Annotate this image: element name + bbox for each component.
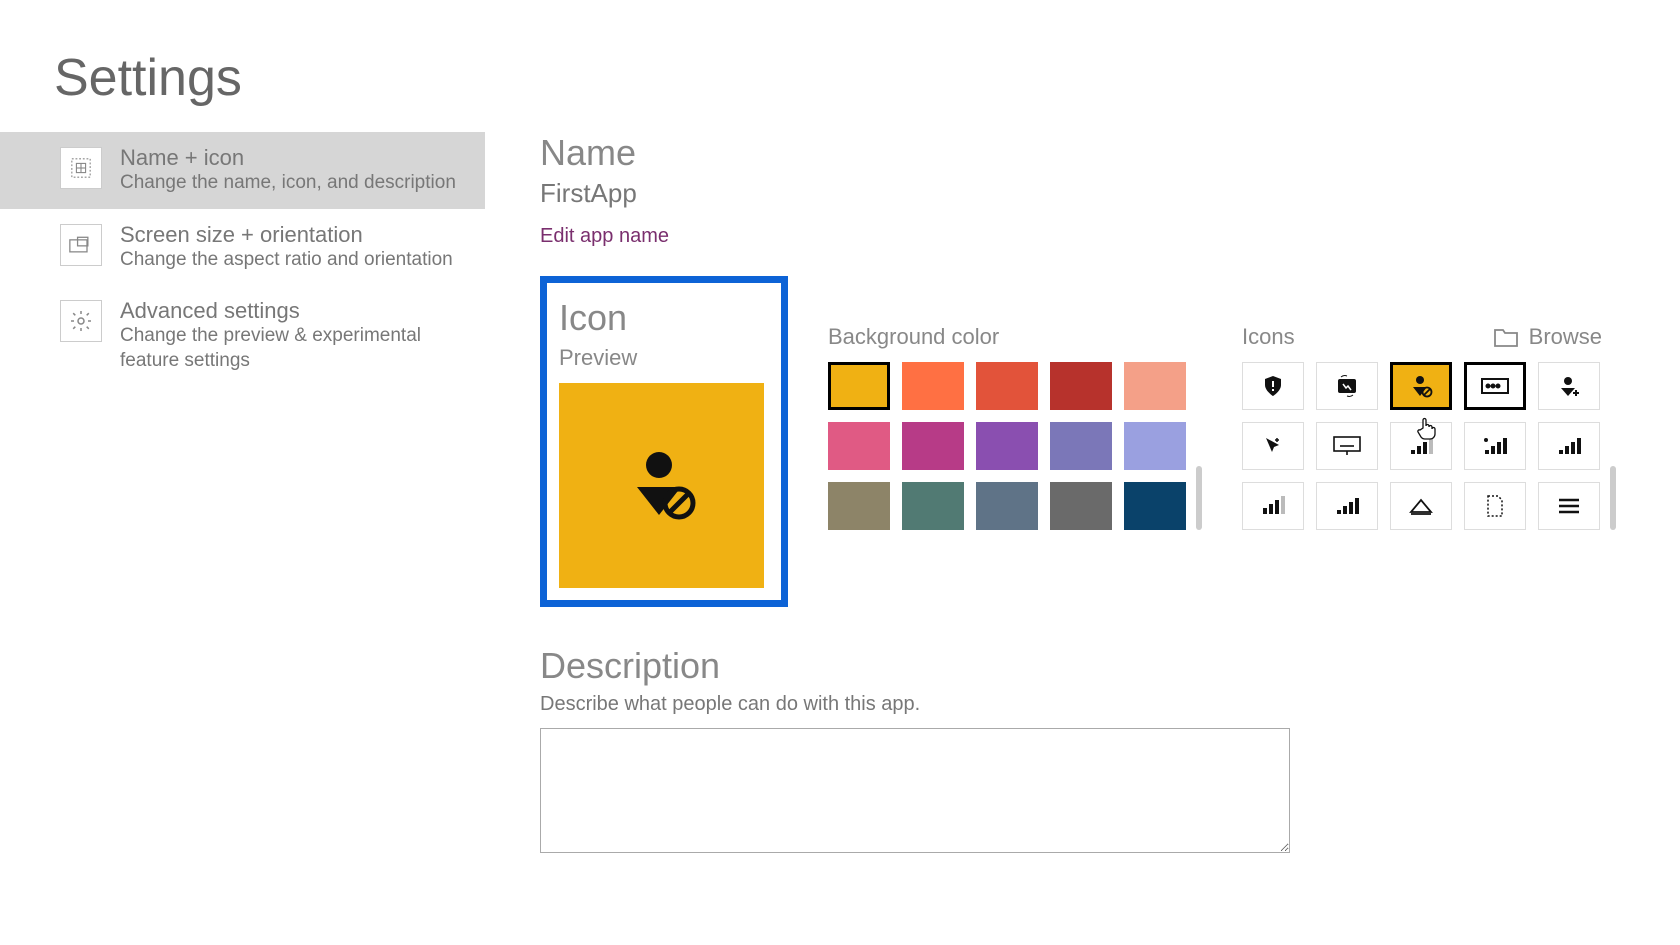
icon-option-input-slot[interactable]: [1464, 362, 1526, 410]
bars-up-icon: [1261, 496, 1285, 516]
icon-option-shield-alert[interactable]: [1242, 362, 1304, 410]
color-swatch[interactable]: [828, 362, 890, 410]
sidebar-item-advanced[interactable]: Advanced settings Change the preview & e…: [0, 285, 485, 386]
sidebar-item-text: Screen size + orientation Change the asp…: [120, 222, 453, 273]
preview-label: Preview: [559, 345, 769, 371]
icon-grid: [1242, 362, 1600, 530]
app-name-value: FirstApp: [540, 178, 1680, 209]
dashed-doc-icon: [1485, 494, 1505, 518]
sidebar-item-text: Advanced settings Change the preview & e…: [120, 298, 473, 373]
color-swatch[interactable]: [828, 482, 890, 530]
icon-option-bars-up[interactable]: [1242, 482, 1304, 530]
layout-root: Name + icon Change the name, icon, and d…: [0, 132, 1680, 858]
color-swatch[interactable]: [902, 362, 964, 410]
description-section: Description Describe what people can do …: [540, 645, 1680, 858]
page-title: Settings: [0, 0, 1680, 132]
browse-button[interactable]: Browse: [1493, 324, 1602, 350]
send-plane-icon: [1409, 496, 1433, 516]
settings-sidebar: Name + icon Change the name, icon, and d…: [0, 132, 485, 858]
sidebar-item-subtitle: Change the name, icon, and description: [120, 171, 456, 196]
grid-icon: [60, 147, 102, 189]
color-swatch[interactable]: [976, 362, 1038, 410]
color-swatch[interactable]: [1050, 362, 1112, 410]
name-heading: Name: [540, 132, 1680, 174]
sidebar-item-title: Advanced settings: [120, 298, 473, 324]
bars-signal-3-icon: [1335, 496, 1359, 516]
shield-alert-icon: [1261, 374, 1285, 398]
icon-heading: Icon: [559, 297, 769, 339]
description-subtitle: Describe what people can do with this ap…: [540, 693, 1680, 716]
icon-option-bars-3[interactable]: [1316, 482, 1378, 530]
screen-icon: [60, 224, 102, 266]
color-swatch[interactable]: [902, 422, 964, 470]
icon-option-dashed-doc[interactable]: [1464, 482, 1526, 530]
main-panel: Name FirstApp Edit app name Icon Preview: [485, 132, 1680, 858]
icon-option-bars-1[interactable]: [1390, 422, 1452, 470]
browse-label: Browse: [1529, 324, 1602, 350]
sidebar-item-title: Name + icon: [120, 145, 456, 171]
color-swatch[interactable]: [828, 422, 890, 470]
name-section: Name FirstApp Edit app name: [540, 132, 1680, 276]
color-swatch[interactable]: [1124, 362, 1186, 410]
folder-icon: [1493, 326, 1519, 348]
color-scroll-indicator[interactable]: [1196, 466, 1202, 530]
icon-option-bars-dot[interactable]: [1464, 422, 1526, 470]
color-swatch[interactable]: [902, 482, 964, 530]
bars-signal-2-icon: [1557, 436, 1581, 456]
edit-app-name-link[interactable]: Edit app name: [540, 225, 669, 248]
bars-dot-icon: [1483, 436, 1507, 456]
swap-photo-icon: [1335, 374, 1359, 398]
color-swatch[interactable]: [976, 482, 1038, 530]
sidebar-item-text: Name + icon Change the name, icon, and d…: [120, 145, 456, 196]
icon-option-bars-2[interactable]: [1538, 422, 1600, 470]
gear-icon: [60, 300, 102, 342]
background-color-block: Background color: [828, 324, 1202, 530]
bars-signal-1-icon: [1409, 436, 1433, 456]
sidebar-item-subtitle: Change the preview & experimental featur…: [120, 324, 473, 373]
background-color-grid: [828, 362, 1186, 530]
icon-option-swap-photo[interactable]: [1316, 362, 1378, 410]
sidebar-item-subtitle: Change the aspect ratio and orientation: [120, 248, 453, 273]
sidebar-item-name-icon[interactable]: Name + icon Change the name, icon, and d…: [0, 132, 485, 209]
keyboard-icon: [1333, 436, 1361, 456]
menu-lines-icon: [1557, 497, 1581, 515]
background-color-label: Background color: [828, 324, 1202, 350]
user-block-icon: [1408, 373, 1434, 399]
icon-preview-block: Icon Preview: [540, 276, 788, 607]
color-swatch[interactable]: [1124, 482, 1186, 530]
icon-option-keyboard[interactable]: [1316, 422, 1378, 470]
color-swatch[interactable]: [1050, 422, 1112, 470]
input-slot-icon: [1481, 378, 1509, 394]
icon-option-pointer-plus[interactable]: [1242, 422, 1304, 470]
icon-scroll-indicator[interactable]: [1610, 466, 1616, 530]
user-add-icon: [1557, 374, 1581, 398]
icon-option-menu-lines[interactable]: [1538, 482, 1600, 530]
icons-label: Icons: [1242, 324, 1295, 350]
icon-section: Icon Preview Background color: [540, 276, 1680, 607]
color-swatch[interactable]: [976, 422, 1038, 470]
sidebar-item-screen-size[interactable]: Screen size + orientation Change the asp…: [0, 209, 485, 286]
icon-option-user-block[interactable]: [1390, 362, 1452, 410]
color-swatch[interactable]: [1050, 482, 1112, 530]
icon-option-user-add[interactable]: [1538, 362, 1600, 410]
color-swatch[interactable]: [1124, 422, 1186, 470]
description-heading: Description: [540, 645, 1680, 687]
icon-preview-tile: [559, 383, 764, 588]
pointer-plus-icon: [1262, 435, 1284, 457]
description-input[interactable]: [540, 728, 1290, 853]
sidebar-item-title: Screen size + orientation: [120, 222, 453, 248]
icons-block: Icons Browse: [1242, 324, 1616, 530]
icon-option-send-plane[interactable]: [1390, 482, 1452, 530]
user-block-icon: [617, 441, 707, 531]
